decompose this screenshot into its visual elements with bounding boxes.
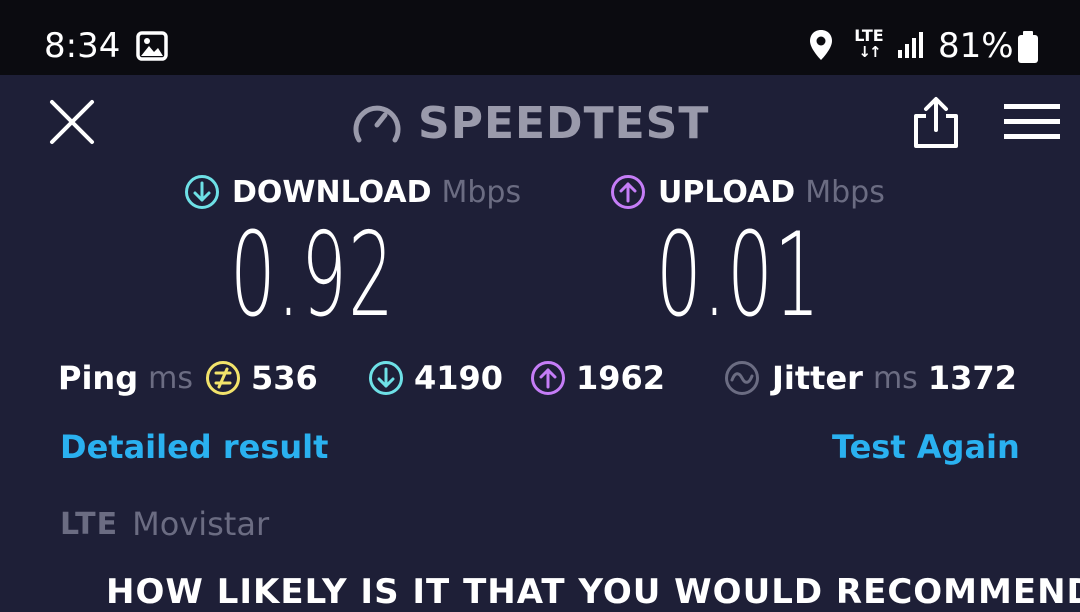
provider-name: Movistar — [132, 505, 270, 543]
battery-icon — [1016, 30, 1040, 64]
download-value: 0.92 — [230, 208, 396, 343]
upload-icon — [611, 175, 645, 209]
lte-arrows: ↓↑ — [858, 43, 881, 61]
download-latency-value: 4190 — [414, 359, 504, 397]
jitter-icon — [725, 361, 759, 395]
share-icon — [914, 97, 958, 148]
app-logo: SPEEDTEST — [352, 97, 710, 149]
ping-unit: ms — [148, 360, 193, 396]
menu-icon — [1004, 104, 1060, 139]
upload-latency-stat: 1962 — [530, 356, 665, 400]
survey-question: HOW LIKELY IS IT THAT YOU WOULD RECOMMEN… — [106, 572, 1080, 612]
status-bar: 8:34 LTE ↓↑ 81% — [0, 0, 1080, 75]
download-unit: Mbps — [441, 174, 522, 210]
upload-latency-value: 1962 — [576, 359, 666, 397]
upload-latency-icon — [531, 361, 565, 395]
menu-button[interactable] — [1004, 102, 1060, 142]
lte-icon: LTE ↓↑ — [852, 26, 886, 61]
download-header: DOWNLOAD Mbps — [184, 172, 521, 212]
close-button[interactable] — [48, 98, 96, 146]
detailed-result-link[interactable]: Detailed result — [60, 428, 328, 466]
location-icon — [808, 28, 834, 62]
download-label: DOWNLOAD — [232, 174, 432, 210]
test-again-link[interactable]: Test Again — [832, 428, 1020, 466]
lte-label: LTE — [854, 26, 884, 45]
ping-value: 536 — [250, 359, 318, 397]
jitter-unit: ms — [872, 360, 918, 396]
download-latency-stat: 4190 — [368, 356, 503, 400]
status-time: 8:34 — [44, 26, 121, 66]
ping-stat: Ping ms 536 — [58, 356, 318, 400]
app-title: SPEEDTEST — [418, 97, 710, 149]
upload-unit: Mbps — [805, 174, 885, 210]
ping-icon — [205, 361, 240, 395]
gallery-icon — [136, 31, 168, 61]
share-button[interactable] — [910, 96, 962, 150]
download-icon — [185, 175, 219, 209]
latency-stats: Ping ms 536 4190 1962 Jitter ms 1372 — [0, 356, 1080, 400]
jitter-stat: Jitter ms 1372 — [724, 356, 1017, 400]
upload-header: UPLOAD Mbps — [610, 172, 885, 212]
provider-info: LTE Movistar — [60, 504, 269, 544]
upload-label: UPLOAD — [658, 174, 796, 210]
jitter-value: 1372 — [927, 359, 1017, 397]
close-icon — [50, 100, 94, 144]
provider-network: LTE — [60, 506, 119, 542]
jitter-label: Jitter — [772, 359, 863, 397]
speedometer-icon — [353, 105, 401, 143]
signal-icon — [896, 30, 926, 60]
ping-label: Ping — [58, 359, 139, 397]
download-latency-icon — [369, 361, 403, 395]
upload-value: 0.01 — [656, 208, 822, 343]
battery-percent: 81% — [938, 26, 1014, 66]
